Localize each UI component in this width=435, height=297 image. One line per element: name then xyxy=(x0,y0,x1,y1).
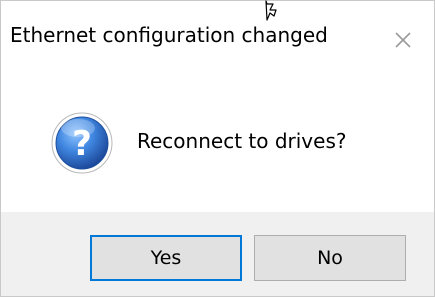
close-icon[interactable] xyxy=(391,28,415,52)
dialog-message: Reconnect to drives? xyxy=(137,129,347,153)
no-button[interactable]: No xyxy=(254,235,406,281)
yes-button[interactable]: Yes xyxy=(90,235,242,281)
question-icon: ? xyxy=(51,112,113,174)
message-dialog: Ethernet configuration changed ? Reconne… xyxy=(0,0,435,297)
svg-text:?: ? xyxy=(72,124,92,164)
mouse-cursor-icon xyxy=(265,0,277,21)
